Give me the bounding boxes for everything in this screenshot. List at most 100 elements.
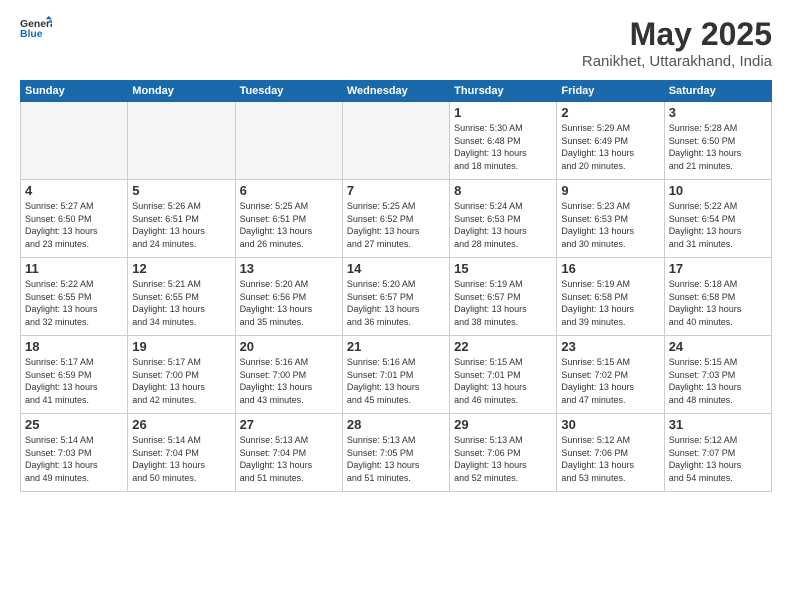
day-info: Sunrise: 5:16 AMSunset: 7:00 PMDaylight:… [240, 356, 338, 406]
day-cell: 21Sunrise: 5:16 AMSunset: 7:01 PMDayligh… [342, 336, 449, 414]
day-info: Sunrise: 5:22 AMSunset: 6:55 PMDaylight:… [25, 278, 123, 328]
col-sunday: Sunday [21, 81, 128, 102]
day-cell: 2 Sunrise: 5:29 AMSunset: 6:49 PMDaylight… [557, 102, 664, 180]
day-cell: 7Sunrise: 5:25 AMSunset: 6:52 PMDaylight… [342, 180, 449, 258]
day-number: 29 [454, 417, 552, 432]
day-number: 6 [240, 183, 338, 198]
day-cell: 18 Sunrise: 5:17 AMSunset: 6:59 PMDayligh… [21, 336, 128, 414]
day-info: Sunrise: 5:13 AMSunset: 7:06 PMDaylight:… [454, 434, 552, 484]
day-info: Sunrise: 5:19 AMSunset: 6:57 PMDaylight:… [454, 278, 552, 328]
day-info: Sunrise: 5:20 AMSunset: 6:57 PMDaylight:… [347, 278, 445, 328]
day-cell: 15 Sunrise: 5:19 AMSunset: 6:57 PMDayligh… [450, 258, 557, 336]
day-cell: 17Sunrise: 5:18 AMSunset: 6:58 PMDayligh… [664, 258, 771, 336]
day-number: 5 [132, 183, 230, 198]
day-cell: 3Sunrise: 5:28 AMSunset: 6:50 PMDaylight… [664, 102, 771, 180]
day-info: Sunrise: 5:29 AMSunset: 6:49 PMDaylight:… [561, 122, 659, 172]
day-number: 27 [240, 417, 338, 432]
col-friday: Friday [557, 81, 664, 102]
day-number: 16 [561, 261, 659, 276]
day-cell: 25 Sunrise: 5:14 AMSunset: 7:03 PMDayligh… [21, 414, 128, 492]
day-info: Sunrise: 5:16 AMSunset: 7:01 PMDaylight:… [347, 356, 445, 406]
day-cell: 31 Sunrise: 5:12 AMSunset: 7:07 PMDayligh… [664, 414, 771, 492]
day-number: 31 [669, 417, 767, 432]
day-cell [342, 102, 449, 180]
day-cell: 23 Sunrise: 5:15 AMSunset: 7:02 PMDayligh… [557, 336, 664, 414]
col-monday: Monday [128, 81, 235, 102]
calendar-title: May 2025 [582, 16, 772, 53]
day-info: Sunrise: 5:12 AMSunset: 7:06 PMDaylight:… [561, 434, 659, 484]
day-number: 23 [561, 339, 659, 354]
header-row: Sunday Monday Tuesday Wednesday Thursday… [21, 81, 772, 102]
day-cell: 22 Sunrise: 5:15 AMSunset: 7:01 PMDayligh… [450, 336, 557, 414]
day-info: Sunrise: 5:15 AMSunset: 7:01 PMDaylight:… [454, 356, 552, 406]
day-number: 13 [240, 261, 338, 276]
logo: General Blue [20, 16, 52, 40]
day-info: Sunrise: 5:15 AMSunset: 7:03 PMDaylight:… [669, 356, 767, 406]
day-cell: 24 Sunrise: 5:15 AMSunset: 7:03 PMDayligh… [664, 336, 771, 414]
day-number: 7 [347, 183, 445, 198]
day-number: 20 [240, 339, 338, 354]
day-number: 28 [347, 417, 445, 432]
day-info: Sunrise: 5:20 AMSunset: 6:56 PMDaylight:… [240, 278, 338, 328]
day-info: Sunrise: 5:27 AMSunset: 6:50 PMDaylight:… [25, 200, 123, 250]
day-number: 25 [25, 417, 123, 432]
day-info: Sunrise: 5:30 AMSunset: 6:48 PMDaylight:… [454, 122, 552, 172]
day-number: 17 [669, 261, 767, 276]
day-info: Sunrise: 5:28 AMSunset: 6:50 PMDaylight:… [669, 122, 767, 172]
day-number: 12 [132, 261, 230, 276]
day-info: Sunrise: 5:17 AMSunset: 6:59 PMDaylight:… [25, 356, 123, 406]
col-saturday: Saturday [664, 81, 771, 102]
day-cell: 5 Sunrise: 5:26 AMSunset: 6:51 PMDaylight… [128, 180, 235, 258]
day-cell: 6Sunrise: 5:25 AMSunset: 6:51 PMDaylight… [235, 180, 342, 258]
day-info: Sunrise: 5:23 AMSunset: 6:53 PMDaylight:… [561, 200, 659, 250]
day-number: 2 [561, 105, 659, 120]
day-cell: 12 Sunrise: 5:21 AMSunset: 6:55 PMDayligh… [128, 258, 235, 336]
day-cell: 14 Sunrise: 5:20 AMSunset: 6:57 PMDayligh… [342, 258, 449, 336]
day-cell: 28 Sunrise: 5:13 AMSunset: 7:05 PMDayligh… [342, 414, 449, 492]
day-cell [21, 102, 128, 180]
day-number: 1 [454, 105, 552, 120]
day-info: Sunrise: 5:14 AMSunset: 7:04 PMDaylight:… [132, 434, 230, 484]
col-thursday: Thursday [450, 81, 557, 102]
logo-icon: General Blue [20, 16, 52, 40]
day-number: 10 [669, 183, 767, 198]
day-cell: 11 Sunrise: 5:22 AMSunset: 6:55 PMDayligh… [21, 258, 128, 336]
day-cell: 26Sunrise: 5:14 AMSunset: 7:04 PMDayligh… [128, 414, 235, 492]
day-number: 9 [561, 183, 659, 198]
day-number: 30 [561, 417, 659, 432]
day-number: 4 [25, 183, 123, 198]
week-row-2: 4 Sunrise: 5:27 AMSunset: 6:50 PMDaylight… [21, 180, 772, 258]
day-info: Sunrise: 5:26 AMSunset: 6:51 PMDaylight:… [132, 200, 230, 250]
day-number: 14 [347, 261, 445, 276]
week-row-1: 1 Sunrise: 5:30 AMSunset: 6:48 PMDaylight… [21, 102, 772, 180]
calendar-table: Sunday Monday Tuesday Wednesday Thursday… [20, 80, 772, 492]
day-number: 19 [132, 339, 230, 354]
title-block: May 2025 Ranikhet, Uttarakhand, India [582, 16, 772, 70]
day-cell: 29 Sunrise: 5:13 AMSunset: 7:06 PMDayligh… [450, 414, 557, 492]
week-row-3: 11 Sunrise: 5:22 AMSunset: 6:55 PMDayligh… [21, 258, 772, 336]
day-info: Sunrise: 5:21 AMSunset: 6:55 PMDaylight:… [132, 278, 230, 328]
day-info: Sunrise: 5:22 AMSunset: 6:54 PMDaylight:… [669, 200, 767, 250]
day-number: 15 [454, 261, 552, 276]
day-cell: 8Sunrise: 5:24 AMSunset: 6:53 PMDaylight… [450, 180, 557, 258]
day-info: Sunrise: 5:13 AMSunset: 7:05 PMDaylight:… [347, 434, 445, 484]
day-info: Sunrise: 5:13 AMSunset: 7:04 PMDaylight:… [240, 434, 338, 484]
day-info: Sunrise: 5:15 AMSunset: 7:02 PMDaylight:… [561, 356, 659, 406]
day-number: 24 [669, 339, 767, 354]
day-number: 18 [25, 339, 123, 354]
col-tuesday: Tuesday [235, 81, 342, 102]
day-info: Sunrise: 5:17 AMSunset: 7:00 PMDaylight:… [132, 356, 230, 406]
svg-text:Blue: Blue [20, 29, 43, 40]
day-cell: 19 Sunrise: 5:17 AMSunset: 7:00 PMDayligh… [128, 336, 235, 414]
day-number: 11 [25, 261, 123, 276]
day-cell: 10 Sunrise: 5:22 AMSunset: 6:54 PMDayligh… [664, 180, 771, 258]
day-cell [235, 102, 342, 180]
day-info: Sunrise: 5:12 AMSunset: 7:07 PMDaylight:… [669, 434, 767, 484]
day-cell: 4 Sunrise: 5:27 AMSunset: 6:50 PMDaylight… [21, 180, 128, 258]
header: General Blue May 2025 Ranikhet, Uttarakh… [20, 16, 772, 70]
week-row-4: 18 Sunrise: 5:17 AMSunset: 6:59 PMDayligh… [21, 336, 772, 414]
day-cell: 20 Sunrise: 5:16 AMSunset: 7:00 PMDayligh… [235, 336, 342, 414]
day-number: 22 [454, 339, 552, 354]
day-cell [128, 102, 235, 180]
day-info: Sunrise: 5:14 AMSunset: 7:03 PMDaylight:… [25, 434, 123, 484]
